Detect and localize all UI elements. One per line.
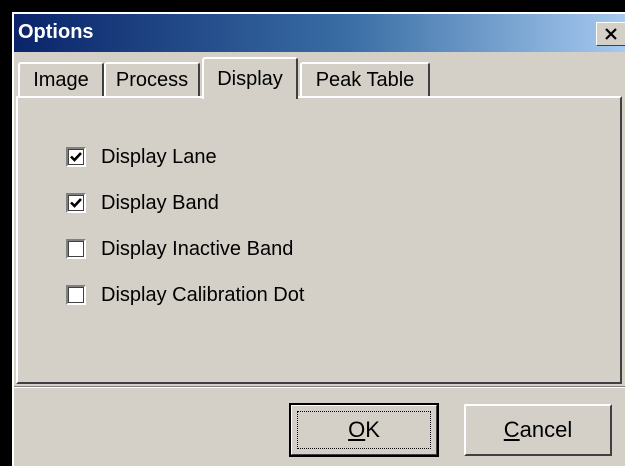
checkmark-icon <box>70 152 82 162</box>
tab-peak-table[interactable]: Peak Table <box>300 62 430 97</box>
display-lane-checkbox[interactable] <box>66 147 86 167</box>
tab-label: Peak Table <box>315 69 415 91</box>
tab-label: Process <box>115 69 189 91</box>
tab-label: Display <box>217 67 283 90</box>
option-display-inactive-band[interactable]: Display Inactive Band <box>66 236 293 262</box>
tab-image[interactable]: Image <box>18 62 104 97</box>
display-calibration-dot-checkbox[interactable] <box>66 285 86 305</box>
button-bar-separator <box>14 386 625 388</box>
cancel-button-label: Cancel <box>504 417 572 443</box>
tab-label: Image <box>33 69 89 91</box>
display-inactive-band-checkbox[interactable] <box>66 239 86 259</box>
option-display-calibration-dot[interactable]: Display Calibration Dot <box>66 282 304 308</box>
options-dialog: Options Image Process Display Peak Table… <box>12 12 625 466</box>
tab-display[interactable]: Display <box>202 57 298 99</box>
cancel-label-rest: ancel <box>519 417 573 442</box>
cancel-mnemonic: C <box>503 417 520 442</box>
option-label: Display Calibration Dot <box>101 283 305 306</box>
option-label: Display Band <box>101 191 219 214</box>
close-button[interactable] <box>596 22 625 46</box>
option-display-lane[interactable]: Display Lane <box>66 144 217 170</box>
display-tab-panel: Display Lane Display Band Display Inacti… <box>16 96 622 384</box>
ok-button[interactable]: OK <box>289 403 439 457</box>
option-label: Display Inactive Band <box>101 237 294 260</box>
tab-process[interactable]: Process <box>104 62 200 97</box>
option-label: Display Lane <box>101 145 217 168</box>
display-band-checkbox[interactable] <box>66 193 86 213</box>
cancel-button[interactable]: Cancel <box>464 404 612 456</box>
focus-rectangle <box>297 411 431 449</box>
title-bar[interactable]: Options <box>14 14 625 52</box>
checkmark-icon <box>70 198 82 208</box>
close-icon <box>605 28 617 40</box>
option-display-band[interactable]: Display Band <box>66 190 219 216</box>
window-title: Options <box>18 21 94 43</box>
